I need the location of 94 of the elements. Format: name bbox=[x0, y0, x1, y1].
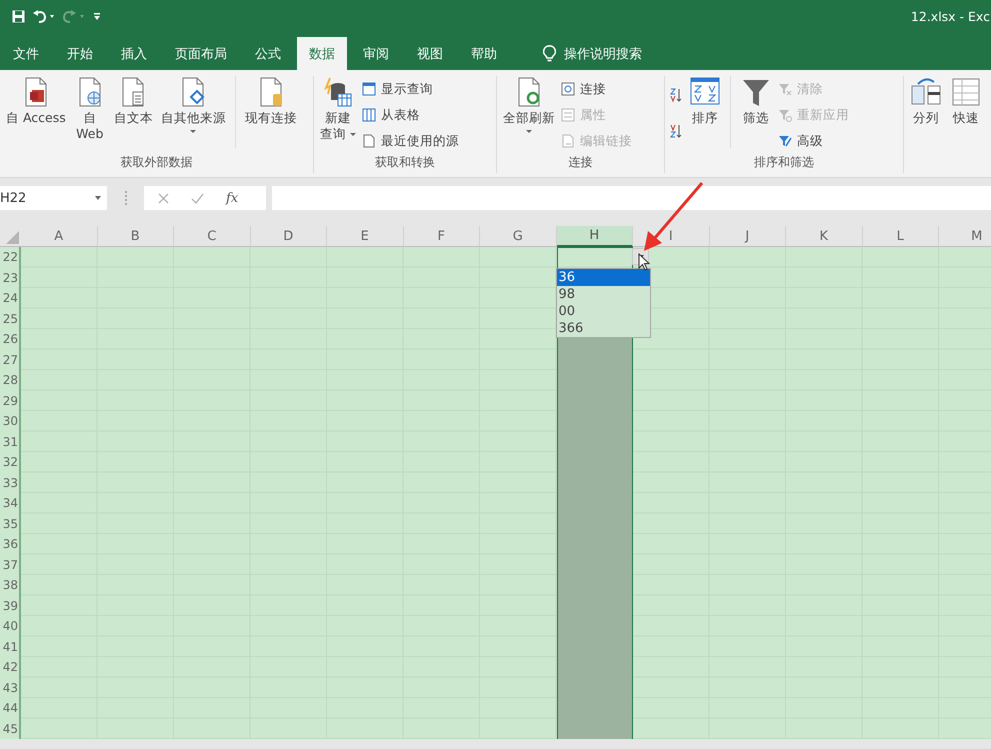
sort-ascending-icon[interactable] bbox=[669, 87, 683, 103]
row-header[interactable]: 28 bbox=[0, 370, 21, 390]
ribbon-button[interactable]: 自 Access bbox=[4, 76, 68, 126]
group-label: 排序和筛选 bbox=[754, 154, 814, 171]
undo-icon[interactable] bbox=[33, 10, 55, 23]
ribbon-tab[interactable]: 帮助 bbox=[459, 37, 509, 70]
column-header[interactable]: A bbox=[21, 226, 98, 247]
group-label: 获取外部数据 bbox=[120, 154, 192, 171]
row-header[interactable]: 35 bbox=[0, 514, 21, 534]
ribbon-button[interactable]: 自其他来源 bbox=[158, 76, 228, 133]
column-header[interactable]: C bbox=[174, 226, 250, 247]
ribbon-tab[interactable]: 插入 bbox=[109, 37, 159, 70]
connections-icon bbox=[561, 82, 575, 96]
table-icon bbox=[362, 82, 376, 96]
save-icon[interactable] bbox=[12, 10, 25, 23]
document-icon bbox=[362, 134, 376, 148]
flash-fill-icon bbox=[950, 76, 982, 108]
customize-icon[interactable] bbox=[93, 12, 101, 20]
ribbon-button[interactable]: 高级 bbox=[778, 130, 849, 152]
column-header[interactable]: E bbox=[327, 226, 404, 247]
row-header[interactable]: 34 bbox=[0, 493, 21, 514]
ribbon-tab[interactable]: 页面布局 bbox=[163, 37, 239, 70]
column-header[interactable]: D bbox=[250, 226, 327, 247]
row-header[interactable]: 42 bbox=[0, 657, 21, 678]
ribbon-tab[interactable]: 公式 bbox=[243, 37, 293, 70]
column-header[interactable]: F bbox=[404, 226, 480, 247]
row-header[interactable]: 41 bbox=[0, 636, 21, 657]
row-header[interactable]: 39 bbox=[0, 596, 21, 616]
formula-input[interactable] bbox=[272, 186, 991, 210]
ribbon-tab[interactable]: 数据 bbox=[297, 37, 347, 70]
row-header[interactable]: 25 bbox=[0, 308, 21, 329]
drag-handle-icon[interactable] bbox=[125, 191, 128, 205]
sort-descending-icon[interactable] bbox=[669, 123, 683, 139]
edit-links-icon bbox=[561, 134, 575, 148]
dropdown-option[interactable]: 36 bbox=[556, 268, 650, 286]
check-icon[interactable] bbox=[191, 192, 204, 204]
row-header[interactable]: 38 bbox=[0, 575, 21, 596]
row-header[interactable]: 27 bbox=[0, 350, 21, 370]
column-header[interactable]: L bbox=[862, 226, 939, 247]
ribbon-button[interactable]: 分列 bbox=[908, 76, 944, 126]
row-header[interactable]: 40 bbox=[0, 616, 21, 636]
ribbon-button[interactable]: 自 Web bbox=[72, 76, 108, 142]
ribbon-button[interactable]: 从表格 bbox=[362, 104, 459, 126]
row-header[interactable]: 32 bbox=[0, 452, 21, 472]
dropdown-option[interactable]: 00 bbox=[556, 302, 650, 320]
column-header[interactable]: J bbox=[710, 226, 786, 247]
group-label: 连接 bbox=[568, 154, 592, 171]
row-header[interactable]: 45 bbox=[0, 718, 21, 739]
row-header[interactable]: 36 bbox=[0, 534, 21, 554]
dropdown-option[interactable]: 366 bbox=[556, 320, 650, 336]
tell-me-search[interactable]: 操作说明搜索 bbox=[564, 44, 642, 62]
caret-icon bbox=[95, 196, 101, 200]
window-title: 12.xlsx - Exc bbox=[910, 9, 990, 24]
advanced-filter-icon bbox=[778, 134, 792, 148]
row-header[interactable]: 43 bbox=[0, 678, 21, 698]
ribbon-button[interactable]: 显示查询 bbox=[362, 78, 459, 100]
ribbon-button[interactable]: 自文本 bbox=[112, 76, 155, 126]
dropdown-option[interactable]: 98 bbox=[556, 286, 650, 302]
insert-function-button[interactable]: fx bbox=[226, 190, 238, 206]
lightbulb-icon[interactable] bbox=[543, 44, 556, 62]
column-header[interactable]: K bbox=[786, 226, 862, 247]
ribbon-button[interactable]: 全部刷新 bbox=[501, 76, 557, 133]
ribbon-button[interactable]: 最近使用的源 bbox=[362, 130, 459, 152]
column-header[interactable]: G bbox=[480, 226, 556, 247]
ribbon-button[interactable]: 排序 bbox=[687, 76, 723, 126]
ribbon-button[interactable]: 现有连接 bbox=[242, 76, 299, 126]
properties-icon bbox=[561, 108, 575, 122]
row-header[interactable]: 30 bbox=[0, 411, 21, 432]
reapply-filter-icon bbox=[778, 108, 792, 122]
row-header[interactable]: 29 bbox=[0, 390, 21, 411]
ribbon-tab[interactable]: 审阅 bbox=[351, 37, 401, 70]
row-header[interactable]: 44 bbox=[0, 698, 21, 718]
ribbon-button[interactable]: 筛选 bbox=[738, 76, 774, 126]
row-header[interactable]: 37 bbox=[0, 554, 21, 575]
ribbon-tab[interactable]: 视图 bbox=[405, 37, 455, 70]
ribbon-button[interactable]: 新建 查询 bbox=[318, 76, 358, 142]
row-header[interactable]: 31 bbox=[0, 432, 21, 452]
row-header[interactable]: 24 bbox=[0, 288, 21, 308]
ribbon-button[interactable]: 连接 bbox=[561, 78, 632, 100]
ribbon-tab[interactable]: 开始 bbox=[55, 37, 105, 70]
row-header[interactable]: 33 bbox=[0, 472, 21, 493]
row-header[interactable]: 26 bbox=[0, 329, 21, 350]
ribbon-button[interactable]: 快速 bbox=[948, 76, 984, 126]
database-table-icon bbox=[322, 76, 354, 108]
row-header[interactable]: 22 bbox=[0, 247, 21, 268]
column-header[interactable]: B bbox=[98, 226, 174, 247]
row-header[interactable]: 23 bbox=[0, 268, 21, 288]
ribbon-tab[interactable]: 文件 bbox=[1, 37, 51, 70]
name-box[interactable]: H22 bbox=[0, 186, 107, 210]
table-icon bbox=[362, 108, 376, 122]
clear-filter-icon bbox=[778, 82, 792, 96]
mouse-pointer-icon bbox=[638, 253, 650, 271]
group-label: 获取和转换 bbox=[375, 154, 435, 171]
column-header[interactable]: H bbox=[556, 226, 633, 247]
